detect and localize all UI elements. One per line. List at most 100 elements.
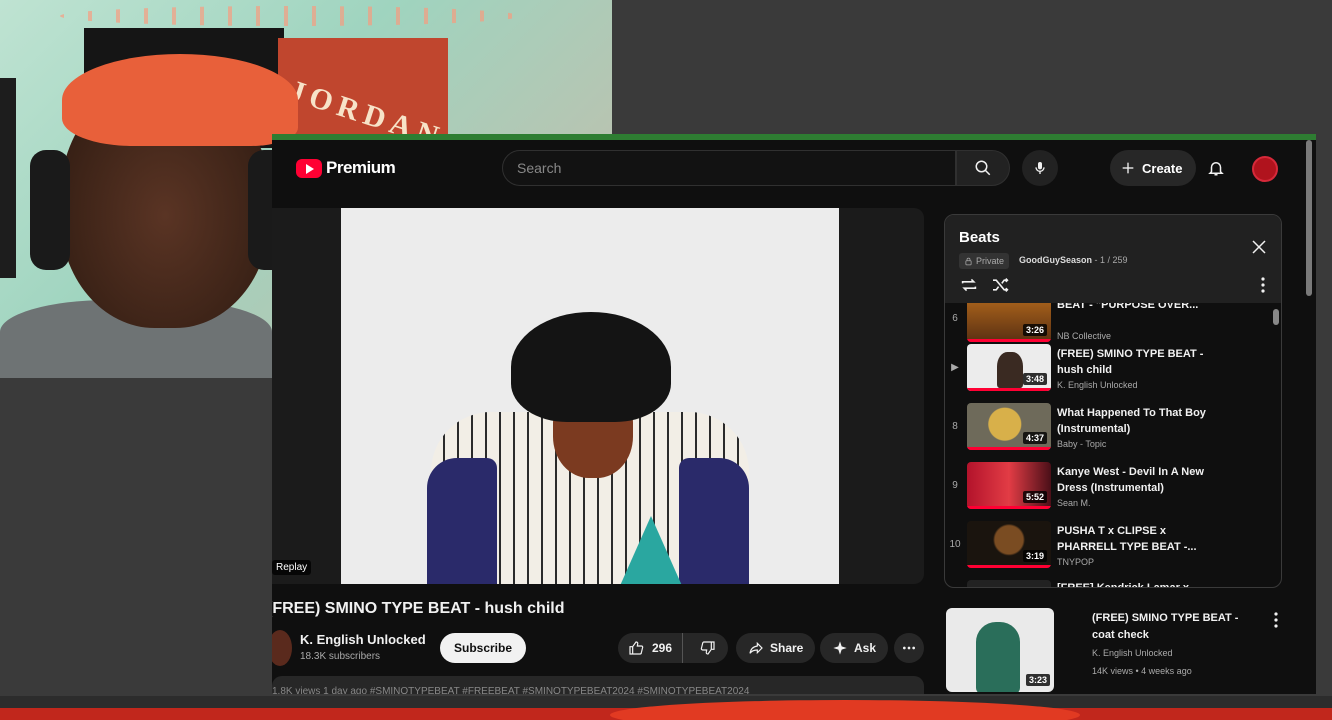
microphone-icon bbox=[1035, 162, 1045, 174]
recommended-title: (FREE) SMINO TYPE BEAT - coat check bbox=[1092, 612, 1239, 641]
plus-icon bbox=[1122, 162, 1134, 174]
string-lights bbox=[60, 6, 520, 26]
artwork-sleeve bbox=[679, 458, 749, 584]
recommended-meta: 14K views • 4 weeks ago bbox=[1092, 666, 1192, 676]
dislike-button[interactable] bbox=[689, 633, 727, 663]
watched-bar bbox=[967, 447, 1051, 450]
ask-button[interactable]: Ask bbox=[820, 633, 889, 663]
item-thumbnail: 3:48 bbox=[967, 344, 1051, 391]
share-label: Share bbox=[770, 641, 804, 655]
watched-bar bbox=[967, 388, 1051, 391]
playlist-header: Beats Private GoodGuySeason - 1 / 259 bbox=[945, 215, 1281, 303]
playlist-title[interactable]: Beats bbox=[959, 229, 1000, 246]
headphone-left bbox=[30, 150, 70, 270]
like-count: 296 bbox=[652, 641, 673, 655]
youtube-premium-logo[interactable]: Premium bbox=[296, 158, 396, 178]
item-index: 9 bbox=[952, 480, 958, 491]
subscriber-count: 18.3K subscribers bbox=[300, 651, 381, 662]
playlist-item[interactable]: [FREE] Kendrick Lamar x Kanye bbox=[945, 576, 1267, 588]
item-duration: 3:48 bbox=[1022, 373, 1047, 385]
shuffle-icon bbox=[993, 278, 1009, 292]
privacy-badge: Private bbox=[959, 253, 1010, 269]
item-thumbnail bbox=[967, 580, 1051, 587]
more-vertical-icon bbox=[1274, 612, 1278, 628]
playlist-owner: GoodGuySeason - 1 / 259 bbox=[1019, 255, 1128, 265]
thumbs-down-icon bbox=[700, 641, 715, 655]
loop-button[interactable] bbox=[959, 277, 979, 293]
item-title: What Happened To That Boy (Instrumental) bbox=[1057, 407, 1206, 435]
jordan-poster: JORDAN bbox=[278, 38, 448, 155]
video-player[interactable]: Replay bbox=[272, 208, 924, 584]
watched-bar bbox=[967, 565, 1051, 568]
watched-bar bbox=[967, 506, 1051, 509]
more-actions-button[interactable] bbox=[894, 633, 924, 663]
item-duration: 3:26 bbox=[1022, 324, 1047, 336]
create-button[interactable]: Create bbox=[1110, 150, 1197, 186]
streamer-cap bbox=[62, 54, 298, 146]
playlist-position: - 1 / 259 bbox=[1094, 255, 1128, 265]
lock-icon bbox=[965, 257, 972, 265]
logo-text: Premium bbox=[326, 158, 396, 177]
item-title: PUSHA T x CLIPSE x PHARRELL TYPE BEAT -.… bbox=[1057, 525, 1197, 553]
youtube-play-icon bbox=[296, 158, 322, 178]
playlist-item[interactable]: 9 5:52 Kanye West - Devil In A New Dress… bbox=[945, 458, 1267, 517]
loop-icon bbox=[961, 278, 977, 292]
masthead: Premium Search Create bbox=[272, 140, 1316, 198]
item-thumbnail: 3:19 bbox=[967, 521, 1051, 568]
account-avatar[interactable] bbox=[1252, 156, 1278, 182]
video-frame bbox=[341, 208, 839, 584]
item-index: 10 bbox=[949, 539, 961, 550]
page-scrollbar[interactable] bbox=[1306, 140, 1312, 296]
notifications-button[interactable] bbox=[1202, 154, 1230, 182]
create-label: Create bbox=[1142, 160, 1183, 176]
bell-icon bbox=[1208, 162, 1224, 176]
shuffle-button[interactable] bbox=[991, 277, 1011, 293]
replay-button[interactable]: Replay bbox=[272, 560, 312, 575]
thumbs-up-icon bbox=[629, 641, 644, 655]
recommended-channel: K. English Unlocked bbox=[1092, 648, 1173, 658]
door-frame bbox=[0, 78, 16, 278]
playlist-scrollbar[interactable] bbox=[1273, 309, 1279, 325]
share-button[interactable]: Share bbox=[736, 633, 816, 663]
search-input[interactable]: Search bbox=[502, 150, 956, 186]
privacy-label: Private bbox=[976, 256, 1005, 266]
more-vertical-icon bbox=[1261, 277, 1265, 293]
channel-name[interactable]: K. English Unlocked bbox=[300, 632, 426, 647]
item-duration: 3:19 bbox=[1022, 550, 1047, 562]
item-index: 8 bbox=[952, 421, 958, 432]
description-box[interactable]: 1.8K views 1 day ago #SMINOTYPEBEAT #FRE… bbox=[272, 676, 924, 694]
recommended-video[interactable]: 3:23 (FREE) SMINO TYPE BEAT - coat check… bbox=[944, 602, 1294, 692]
search-button[interactable] bbox=[956, 150, 1010, 186]
close-icon bbox=[1252, 240, 1266, 254]
recommended-thumbnail: 3:23 bbox=[946, 608, 1054, 692]
playlist-item[interactable]: 10 3:19 PUSHA T x CLIPSE x PHARRELL TYPE… bbox=[945, 517, 1267, 576]
voice-search-button[interactable] bbox=[1022, 150, 1058, 186]
more-horizontal-icon bbox=[903, 646, 915, 650]
item-channel: TNYPOP bbox=[1057, 557, 1095, 567]
video-title: (FREE) SMINO TYPE BEAT - hush child bbox=[272, 600, 565, 617]
playlist-menu-button[interactable] bbox=[1261, 277, 1265, 293]
channel-avatar[interactable] bbox=[272, 630, 292, 666]
close-playlist-button[interactable] bbox=[1249, 237, 1269, 257]
item-channel: K. English Unlocked bbox=[1057, 380, 1138, 390]
item-thumbnail: 5:52 bbox=[967, 462, 1051, 509]
subscribe-button[interactable]: Subscribe bbox=[440, 633, 527, 663]
share-icon bbox=[749, 641, 763, 655]
search-icon bbox=[975, 160, 991, 176]
now-playing-icon: ▶ bbox=[951, 362, 959, 373]
artwork-sleeve bbox=[427, 458, 497, 584]
recommended-menu-button[interactable] bbox=[1274, 612, 1278, 628]
recommended-duration: 3:23 bbox=[1025, 674, 1050, 686]
item-thumbnail: 4:37 bbox=[967, 403, 1051, 450]
item-channel: Sean M. bbox=[1057, 498, 1091, 508]
item-title: BEAT - "PURPOSE OVER... bbox=[1057, 303, 1199, 311]
item-title: (FREE) SMINO TYPE BEAT - hush child bbox=[1057, 348, 1204, 376]
playlist-item-current[interactable]: ▶ 3:48 (FREE) SMINO TYPE BEAT - hush chi… bbox=[945, 340, 1267, 399]
owner-name[interactable]: GoodGuySeason bbox=[1019, 255, 1092, 265]
playlist-item[interactable]: 8 4:37 What Happened To That Boy (Instru… bbox=[945, 399, 1267, 458]
item-title: Kanye West - Devil In A New Dress (Instr… bbox=[1057, 466, 1204, 494]
item-title: [FREE] Kendrick Lamar x Kanye bbox=[1057, 582, 1190, 588]
thumbnail-figure bbox=[976, 622, 1020, 692]
item-duration: 4:37 bbox=[1022, 432, 1047, 444]
like-button[interactable]: 296 bbox=[618, 633, 684, 663]
